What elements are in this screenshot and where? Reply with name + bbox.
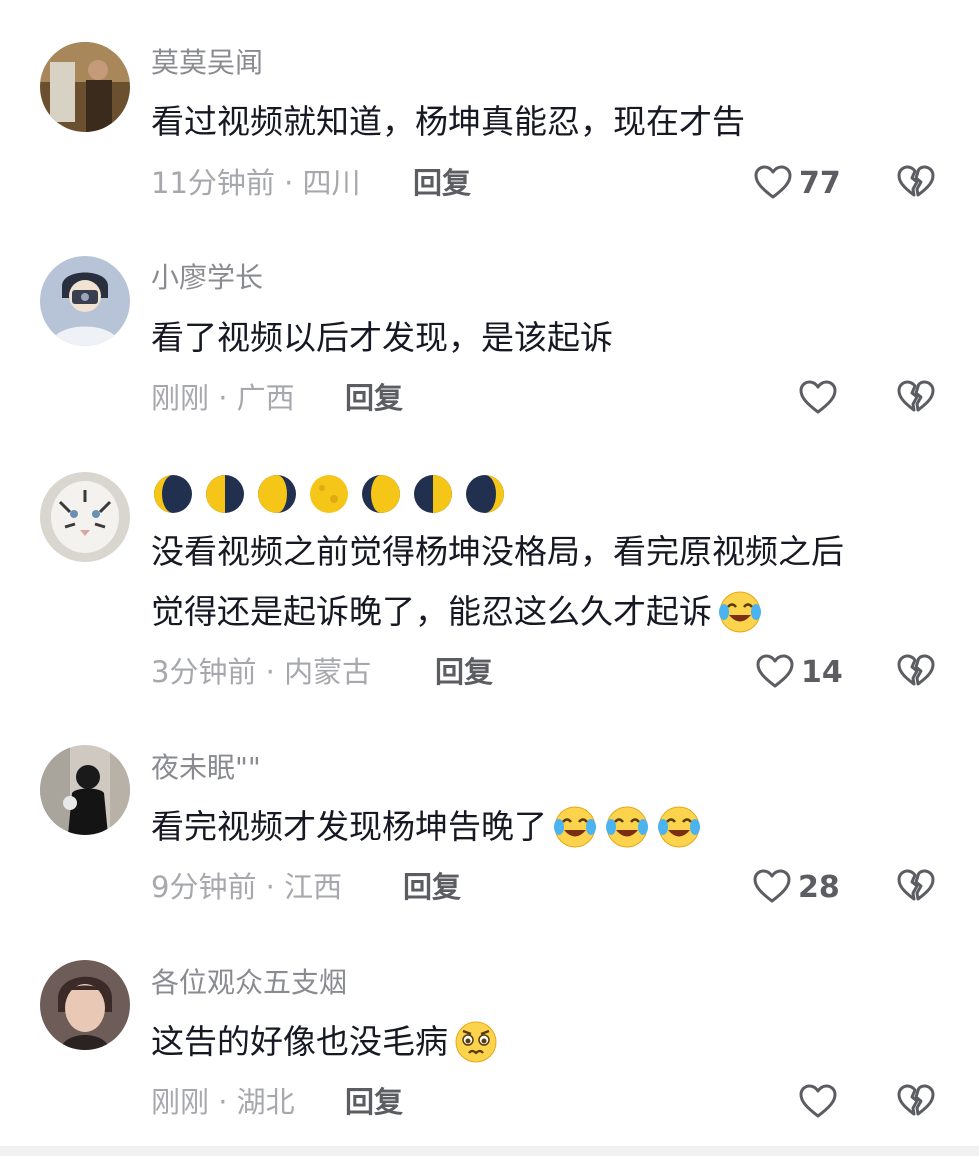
reply-button[interactable]: 回复 xyxy=(403,869,461,905)
comment-text: 看了视频以后才发现，是该起诉 xyxy=(151,318,613,357)
comment-text: 看过视频就知道，杨坤真能忍，现在才告 xyxy=(151,102,745,141)
avatar[interactable] xyxy=(40,42,130,132)
comment-time-location: 刚刚 · 湖北 xyxy=(151,1085,295,1119)
broken-heart-icon xyxy=(897,1084,935,1116)
comment-text: 这告的好像也没毛病 xyxy=(151,1022,448,1061)
like-button[interactable]: 28 xyxy=(750,865,840,909)
heart-icon xyxy=(753,869,791,903)
heart-icon xyxy=(754,165,792,199)
broken-heart-icon xyxy=(897,165,935,197)
username[interactable]: 各位观众五支烟 xyxy=(151,965,347,1001)
heart-icon xyxy=(799,1084,837,1118)
like-count: 14 xyxy=(801,654,843,690)
username[interactable]: 莫莫吴闻 xyxy=(151,45,263,81)
like-button[interactable] xyxy=(796,1080,844,1124)
broken-heart-icon xyxy=(897,869,935,901)
comment-text-line-2: 觉得还是起诉晚了，能忍这么久才起诉 xyxy=(151,590,764,634)
waxing-crescent-moon-icon xyxy=(466,475,504,513)
full-moon-icon xyxy=(310,475,348,513)
waxing-gibbous-moon-icon xyxy=(362,475,400,513)
comment-text-line: 看完视频才发现杨坤告晚了 xyxy=(151,805,703,849)
dislike-button[interactable] xyxy=(894,865,938,909)
avatar[interactable] xyxy=(40,472,130,562)
comment-text: 没看视频之前觉得杨坤没格局，看完原视频之后 xyxy=(151,532,844,571)
like-button[interactable]: 14 xyxy=(753,650,843,694)
crying-laughing-emoji-icon xyxy=(603,805,651,849)
dislike-button[interactable] xyxy=(894,376,938,420)
comment-text: 觉得还是起诉晚了，能忍这么久才起诉 xyxy=(151,592,712,631)
waning-gibbous-moon-icon xyxy=(258,475,296,513)
broken-heart-icon xyxy=(897,654,935,686)
avatar[interactable] xyxy=(40,960,130,1050)
reply-button[interactable]: 回复 xyxy=(435,654,493,690)
dislike-button[interactable] xyxy=(894,1080,938,1124)
crying-laughing-emoji-icon xyxy=(551,805,599,849)
pleading-worried-emoji-icon xyxy=(452,1020,500,1064)
reply-button[interactable]: 回复 xyxy=(345,1084,403,1120)
comment-time-location: 3分钟前 · 内蒙古 xyxy=(151,655,372,689)
waning-crescent-moon-icon xyxy=(154,475,192,513)
username[interactable]: 小廖学长 xyxy=(151,260,263,296)
crying-laughing-emoji-icon xyxy=(655,805,703,849)
heart-icon xyxy=(756,654,794,688)
username[interactable]: 夜未眠"" xyxy=(151,750,261,786)
comment-time-location: 刚刚 · 广西 xyxy=(151,381,295,415)
avatar[interactable] xyxy=(40,256,130,346)
heart-icon xyxy=(799,380,837,414)
like-count: 28 xyxy=(798,869,840,905)
reply-button[interactable]: 回复 xyxy=(345,380,403,416)
comment-time-location: 9分钟前 · 江西 xyxy=(151,870,343,904)
username-emoji-moons[interactable] xyxy=(152,473,506,515)
like-button[interactable]: 77 xyxy=(751,161,841,205)
broken-heart-icon xyxy=(897,380,935,412)
like-count: 77 xyxy=(799,165,841,201)
like-button[interactable] xyxy=(796,376,844,420)
dislike-button[interactable] xyxy=(894,161,938,205)
crying-laughing-emoji-icon xyxy=(716,590,764,634)
bottom-divider xyxy=(0,1146,979,1156)
last-quarter-moon-icon xyxy=(206,475,244,513)
dislike-button[interactable] xyxy=(894,650,938,694)
comment-time-location: 11分钟前 · 四川 xyxy=(151,166,361,200)
first-quarter-moon-icon xyxy=(414,475,452,513)
reply-button[interactable]: 回复 xyxy=(413,165,471,201)
avatar[interactable] xyxy=(40,745,130,835)
comment-text: 看完视频才发现杨坤告晚了 xyxy=(151,807,547,846)
comment-text-line: 这告的好像也没毛病 xyxy=(151,1020,500,1064)
